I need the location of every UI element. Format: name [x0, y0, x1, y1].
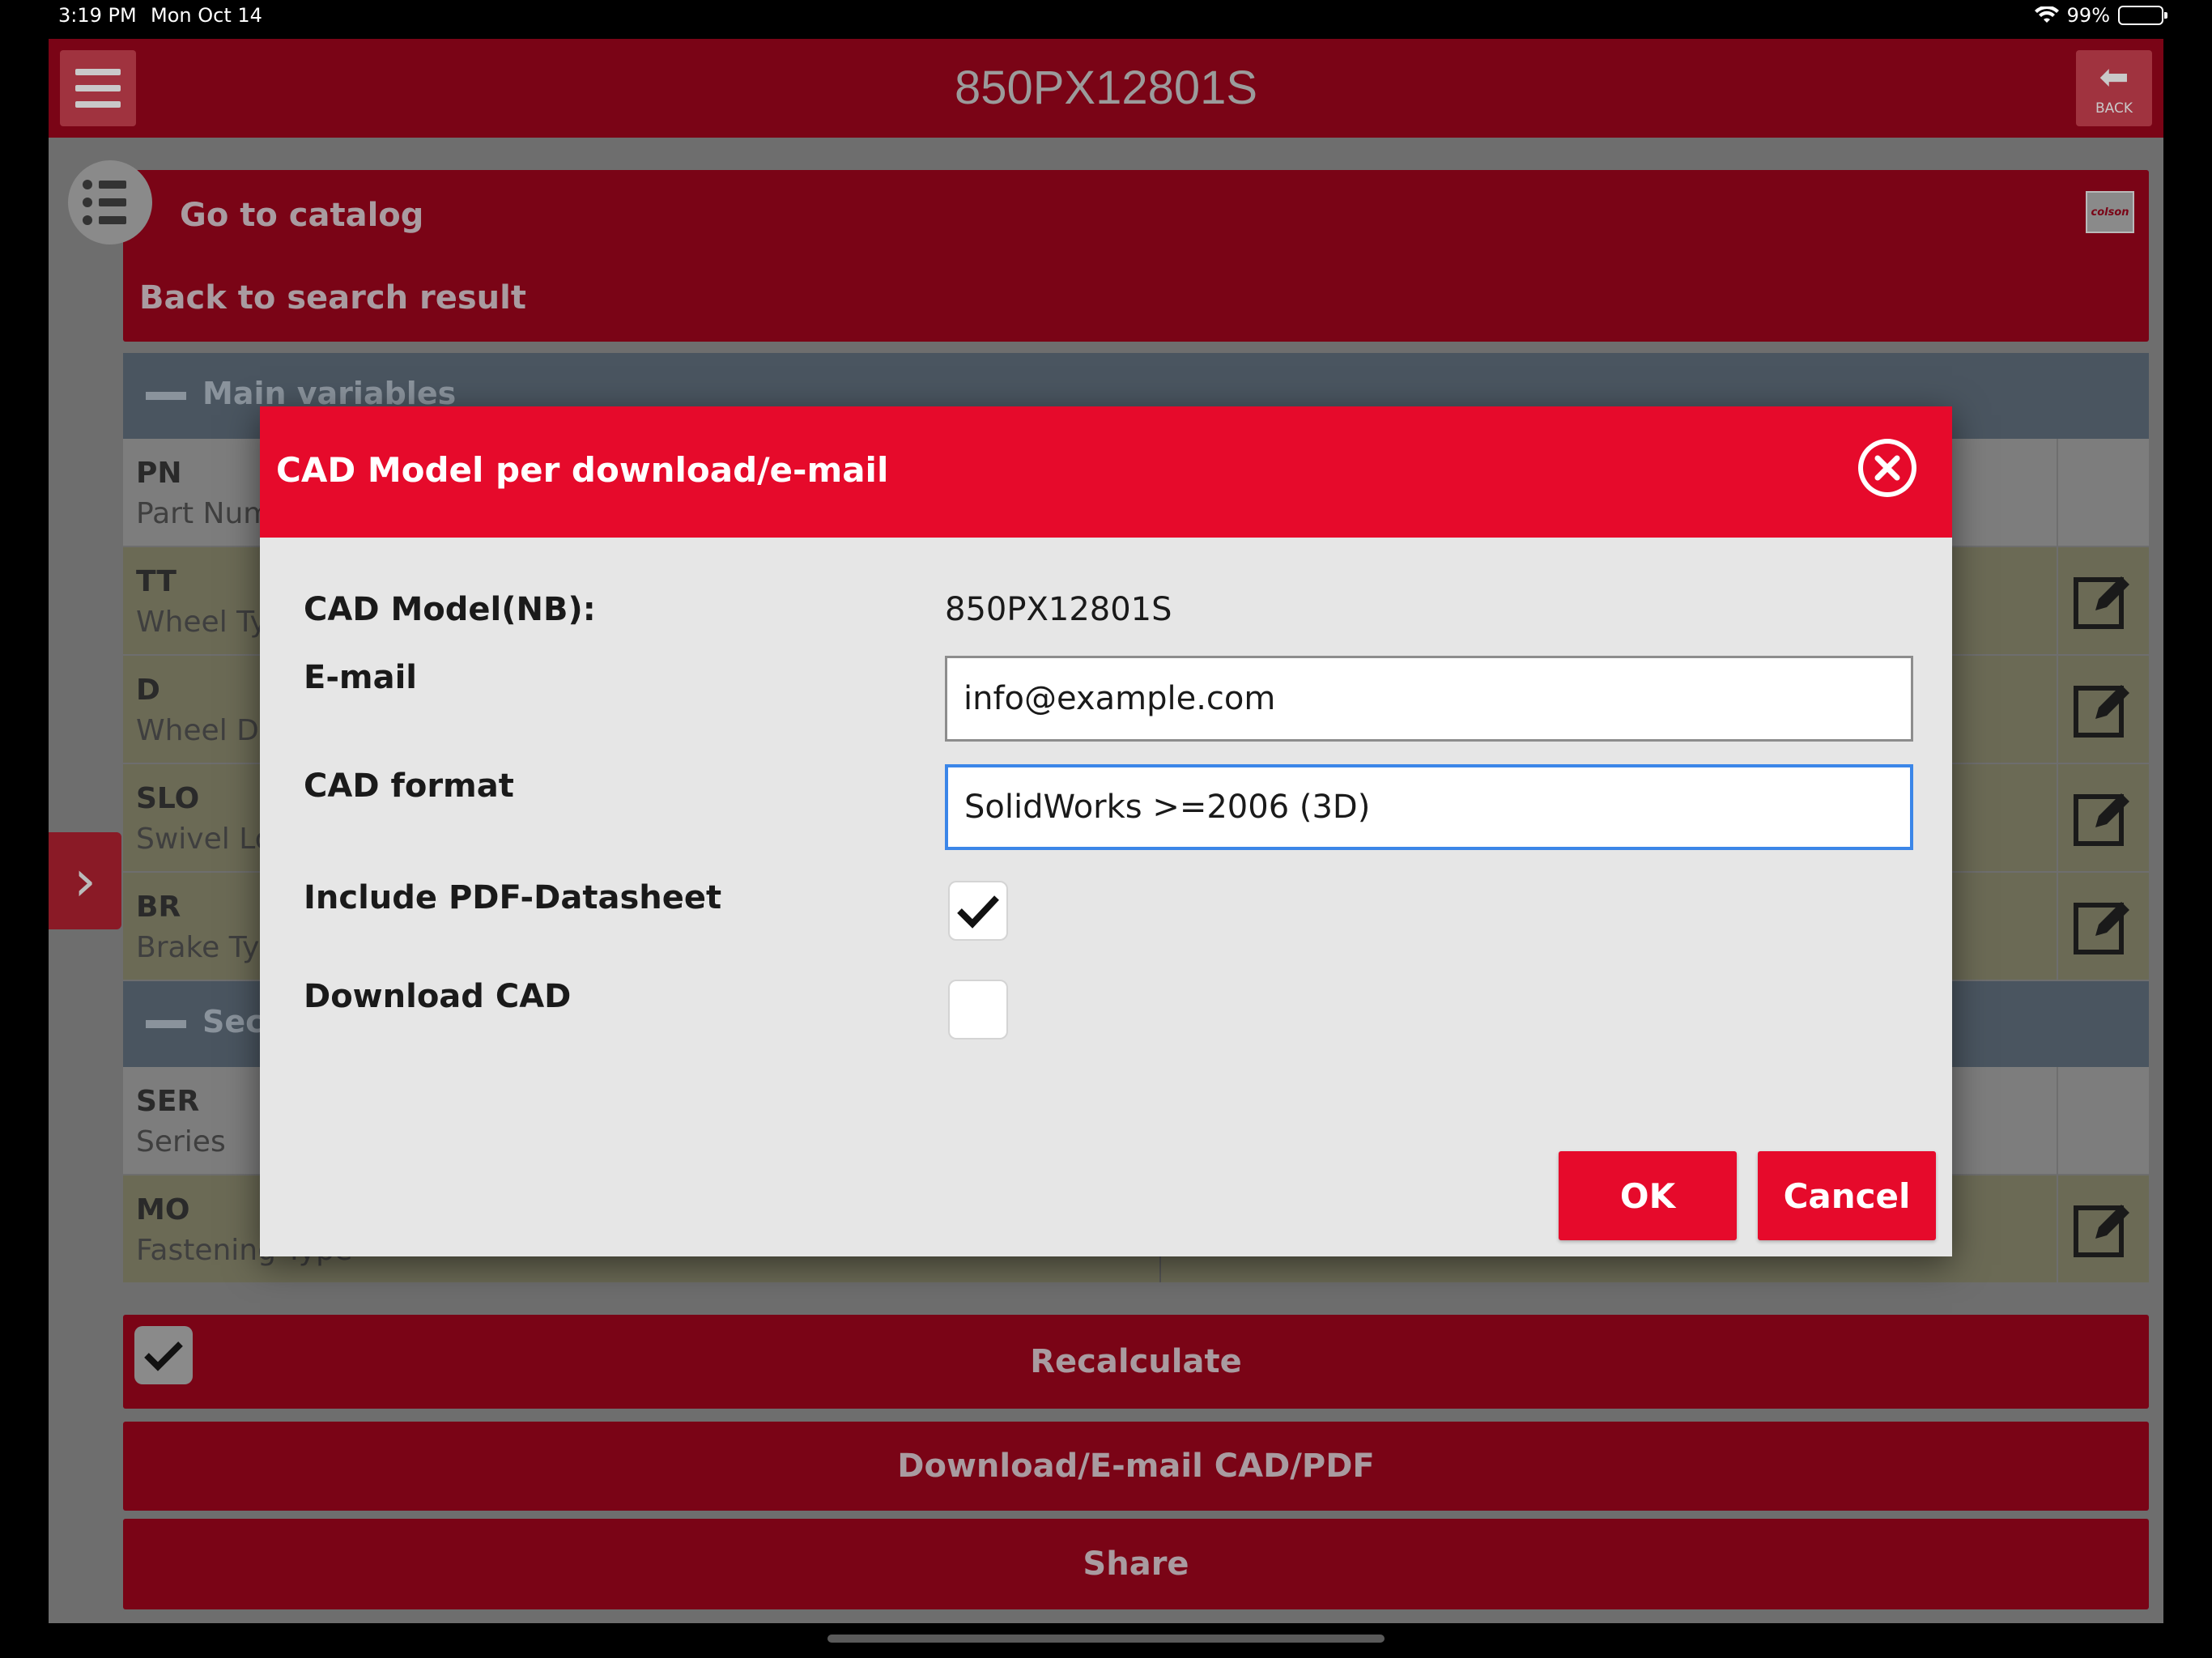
download-email-label: Download/E-mail CAD/PDF	[897, 1448, 1375, 1485]
download-cad-checkbox[interactable]	[948, 980, 1008, 1039]
download-email-button[interactable]: Download/E-mail CAD/PDF	[123, 1422, 2149, 1511]
side-drawer-chevron-icon[interactable]: ›	[49, 832, 121, 929]
row-code: SLO	[136, 782, 200, 815]
include-pdf-checkbox[interactable]	[948, 881, 1008, 941]
row-desc: Series	[136, 1125, 226, 1158]
collapse-icon	[146, 392, 186, 400]
edit-icon[interactable]	[2057, 1175, 2149, 1282]
row-desc: Part Num	[136, 497, 272, 530]
row-desc: Swivel Lo	[136, 823, 273, 856]
row-desc: Brake Typ	[136, 931, 279, 964]
cad-format-select[interactable]: SolidWorks >=2006 (3D)	[945, 764, 1913, 850]
row-code: MO	[136, 1193, 190, 1226]
back-to-search-label: Back to search result	[139, 279, 526, 317]
recalculate-label: Recalculate	[1030, 1343, 1242, 1380]
dialog-header: CAD Model per download/e-mail	[260, 406, 1952, 538]
edit-icon[interactable]	[2057, 873, 2149, 980]
cad-model-value: 850PX12801S	[945, 591, 1172, 628]
recalculate-button[interactable]: Recalculate	[123, 1315, 2149, 1409]
row-code: BR	[136, 891, 181, 924]
status-time: 3:19 PM	[58, 4, 137, 27]
row-code: TT	[136, 565, 177, 598]
battery-percent: 99%	[2066, 4, 2110, 27]
row-code: PN	[136, 457, 182, 490]
download-cad-label: Download CAD	[304, 978, 572, 1015]
collapse-icon	[146, 1020, 186, 1028]
home-indicator	[827, 1635, 1385, 1643]
go-to-catalog-label: Go to catalog	[180, 197, 424, 234]
close-icon[interactable]	[1858, 439, 1916, 497]
back-label: BACK	[2095, 100, 2133, 117]
row-desc: Wheel Ty	[136, 606, 267, 639]
list-icon[interactable]	[68, 160, 152, 244]
battery-icon	[2118, 6, 2167, 25]
ok-button[interactable]: OK	[1559, 1151, 1737, 1240]
email-label: E-mail	[304, 659, 418, 696]
back-arrow-icon: ⬅	[2099, 57, 2129, 98]
cancel-button[interactable]: Cancel	[1758, 1151, 1936, 1240]
include-pdf-label: Include PDF-Datasheet	[304, 879, 722, 916]
page-title: 850PX12801S	[954, 62, 1258, 114]
wifi-icon	[2034, 6, 2059, 24]
back-to-search-button[interactable]: Back to search result	[123, 254, 2149, 342]
edit-icon[interactable]	[2057, 547, 2149, 654]
back-button[interactable]: ⬅ BACK	[2076, 50, 2152, 126]
top-bar: 850PX12801S ⬅ BACK	[49, 39, 2163, 138]
status-date: Mon Oct 14	[151, 4, 262, 27]
go-to-catalog-button[interactable]: Go to catalog colson	[123, 170, 2149, 261]
edit-icon[interactable]	[2057, 764, 2149, 871]
email-field[interactable]: info@example.com	[945, 656, 1913, 742]
cad-format-label: CAD format	[304, 767, 514, 805]
status-right: 99%	[2034, 4, 2167, 27]
status-bar: 3:19 PM Mon Oct 14 99%	[0, 0, 2212, 32]
row-code: SER	[136, 1085, 200, 1118]
share-label: Share	[1083, 1545, 1189, 1583]
edit-icon[interactable]	[2057, 656, 2149, 763]
cad-model-label: CAD Model(NB):	[304, 591, 596, 628]
row-desc: Wheel Di	[136, 714, 267, 747]
checkmark-icon	[957, 895, 999, 929]
catalog-logo: colson	[2086, 191, 2134, 233]
dialog-title: CAD Model per download/e-mail	[276, 450, 889, 490]
row-code: D	[136, 674, 160, 707]
share-button[interactable]: Share	[123, 1519, 2149, 1609]
cad-model-dialog: CAD Model per download/e-mail CAD Model(…	[260, 406, 1952, 1256]
